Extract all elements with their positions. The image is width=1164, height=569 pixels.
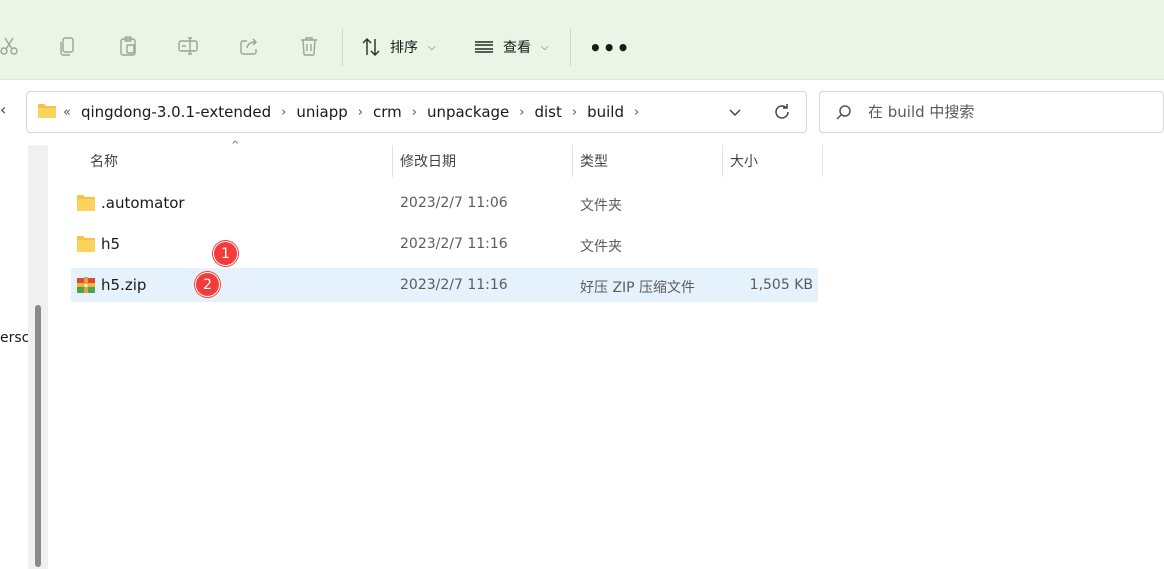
nav-item-label[interactable]: ersc (0, 330, 28, 346)
column-header-size[interactable]: 大小 (730, 145, 758, 177)
file-type: 文件夹 (580, 198, 622, 214)
zip-archive-icon (77, 277, 95, 293)
command-bar: 排序 ⌵ 查看 ⌵ ••• (0, 0, 1164, 80)
breadcrumb-separator[interactable]: › (572, 105, 577, 120)
refresh-icon[interactable] (772, 102, 792, 122)
search-input[interactable] (868, 98, 1148, 126)
file-name: .automator (101, 194, 185, 212)
search-icon (836, 105, 851, 120)
file-modified: 2023/2/7 11:16 (400, 277, 508, 293)
sort-icon (362, 38, 380, 56)
breadcrumb-item[interactable]: unpackage (427, 103, 509, 121)
column-divider[interactable] (572, 145, 573, 177)
column-divider[interactable] (392, 145, 393, 177)
folder-icon (38, 104, 56, 118)
breadcrumb-separator[interactable]: › (519, 105, 524, 120)
address-bar[interactable]: « qingdong-3.0.1-extended › uniapp › crm… (26, 91, 807, 133)
view-button[interactable]: 查看 ⌵ (473, 33, 549, 61)
column-header-type[interactable]: 类型 (580, 145, 608, 177)
file-modified: 2023/2/7 11:06 (400, 195, 508, 211)
nav-scrollbar-thumb[interactable] (35, 305, 41, 567)
sort-label: 排序 (390, 40, 418, 56)
annotation-badge-2: 2 (195, 272, 220, 297)
toolbar-divider (342, 28, 343, 66)
breadcrumb-item[interactable]: crm (373, 103, 402, 121)
folder-icon (77, 195, 95, 211)
column-header-name[interactable]: 名称 (90, 145, 118, 177)
breadcrumb-item[interactable]: uniapp (296, 103, 347, 121)
breadcrumb-separator[interactable]: › (281, 105, 286, 120)
file-row[interactable]: h5.zip 2023/2/7 11:16 好压 ZIP 压缩文件 1,505 … (71, 268, 818, 302)
column-divider[interactable] (822, 145, 823, 177)
folder-icon (77, 236, 95, 252)
breadcrumb-item[interactable]: dist (534, 103, 561, 121)
more-options-button[interactable]: ••• (589, 36, 630, 60)
view-label: 查看 (503, 40, 531, 56)
chevron-left-icon[interactable]: ‹ (0, 100, 6, 119)
breadcrumb-overflow[interactable]: « (63, 105, 71, 120)
view-icon (475, 41, 493, 53)
breadcrumb-separator[interactable]: › (412, 105, 417, 120)
column-header-modified[interactable]: 修改日期 (400, 145, 456, 177)
breadcrumb-item[interactable]: qingdong-3.0.1-extended (81, 103, 271, 121)
delete-icon[interactable] (296, 31, 322, 61)
file-name: h5 (101, 235, 121, 253)
breadcrumb-item[interactable]: build (587, 103, 624, 121)
sort-ascending-icon: ^ (231, 140, 240, 151)
file-row[interactable]: h5 2023/2/7 11:16 文件夹 (71, 227, 818, 261)
paste-icon[interactable] (115, 31, 141, 61)
file-modified: 2023/2/7 11:16 (400, 236, 508, 252)
file-name: h5.zip (101, 276, 147, 294)
file-type: 文件夹 (580, 239, 622, 255)
breadcrumb-separator[interactable]: › (634, 105, 639, 120)
share-icon[interactable] (236, 31, 262, 61)
copy-icon[interactable] (55, 31, 81, 61)
toolbar-divider (570, 28, 571, 66)
annotation-badge-1: 1 (213, 241, 238, 266)
file-type: 好压 ZIP 压缩文件 (580, 280, 696, 296)
search-box[interactable] (819, 91, 1164, 133)
breadcrumb: « qingdong-3.0.1-extended › uniapp › crm… (63, 92, 649, 132)
chevron-down-icon: ⌵ (428, 41, 436, 53)
sort-button[interactable]: 排序 ⌵ (360, 33, 436, 61)
file-size: 1,505 KB (749, 277, 813, 293)
cut-icon[interactable] (0, 31, 22, 61)
column-divider[interactable] (722, 145, 723, 177)
file-row[interactable]: .automator 2023/2/7 11:06 文件夹 (71, 186, 818, 220)
breadcrumb-separator[interactable]: › (358, 105, 363, 120)
rename-icon[interactable] (175, 31, 201, 61)
chevron-down-icon[interactable] (727, 104, 743, 120)
chevron-down-icon: ⌵ (541, 41, 549, 53)
